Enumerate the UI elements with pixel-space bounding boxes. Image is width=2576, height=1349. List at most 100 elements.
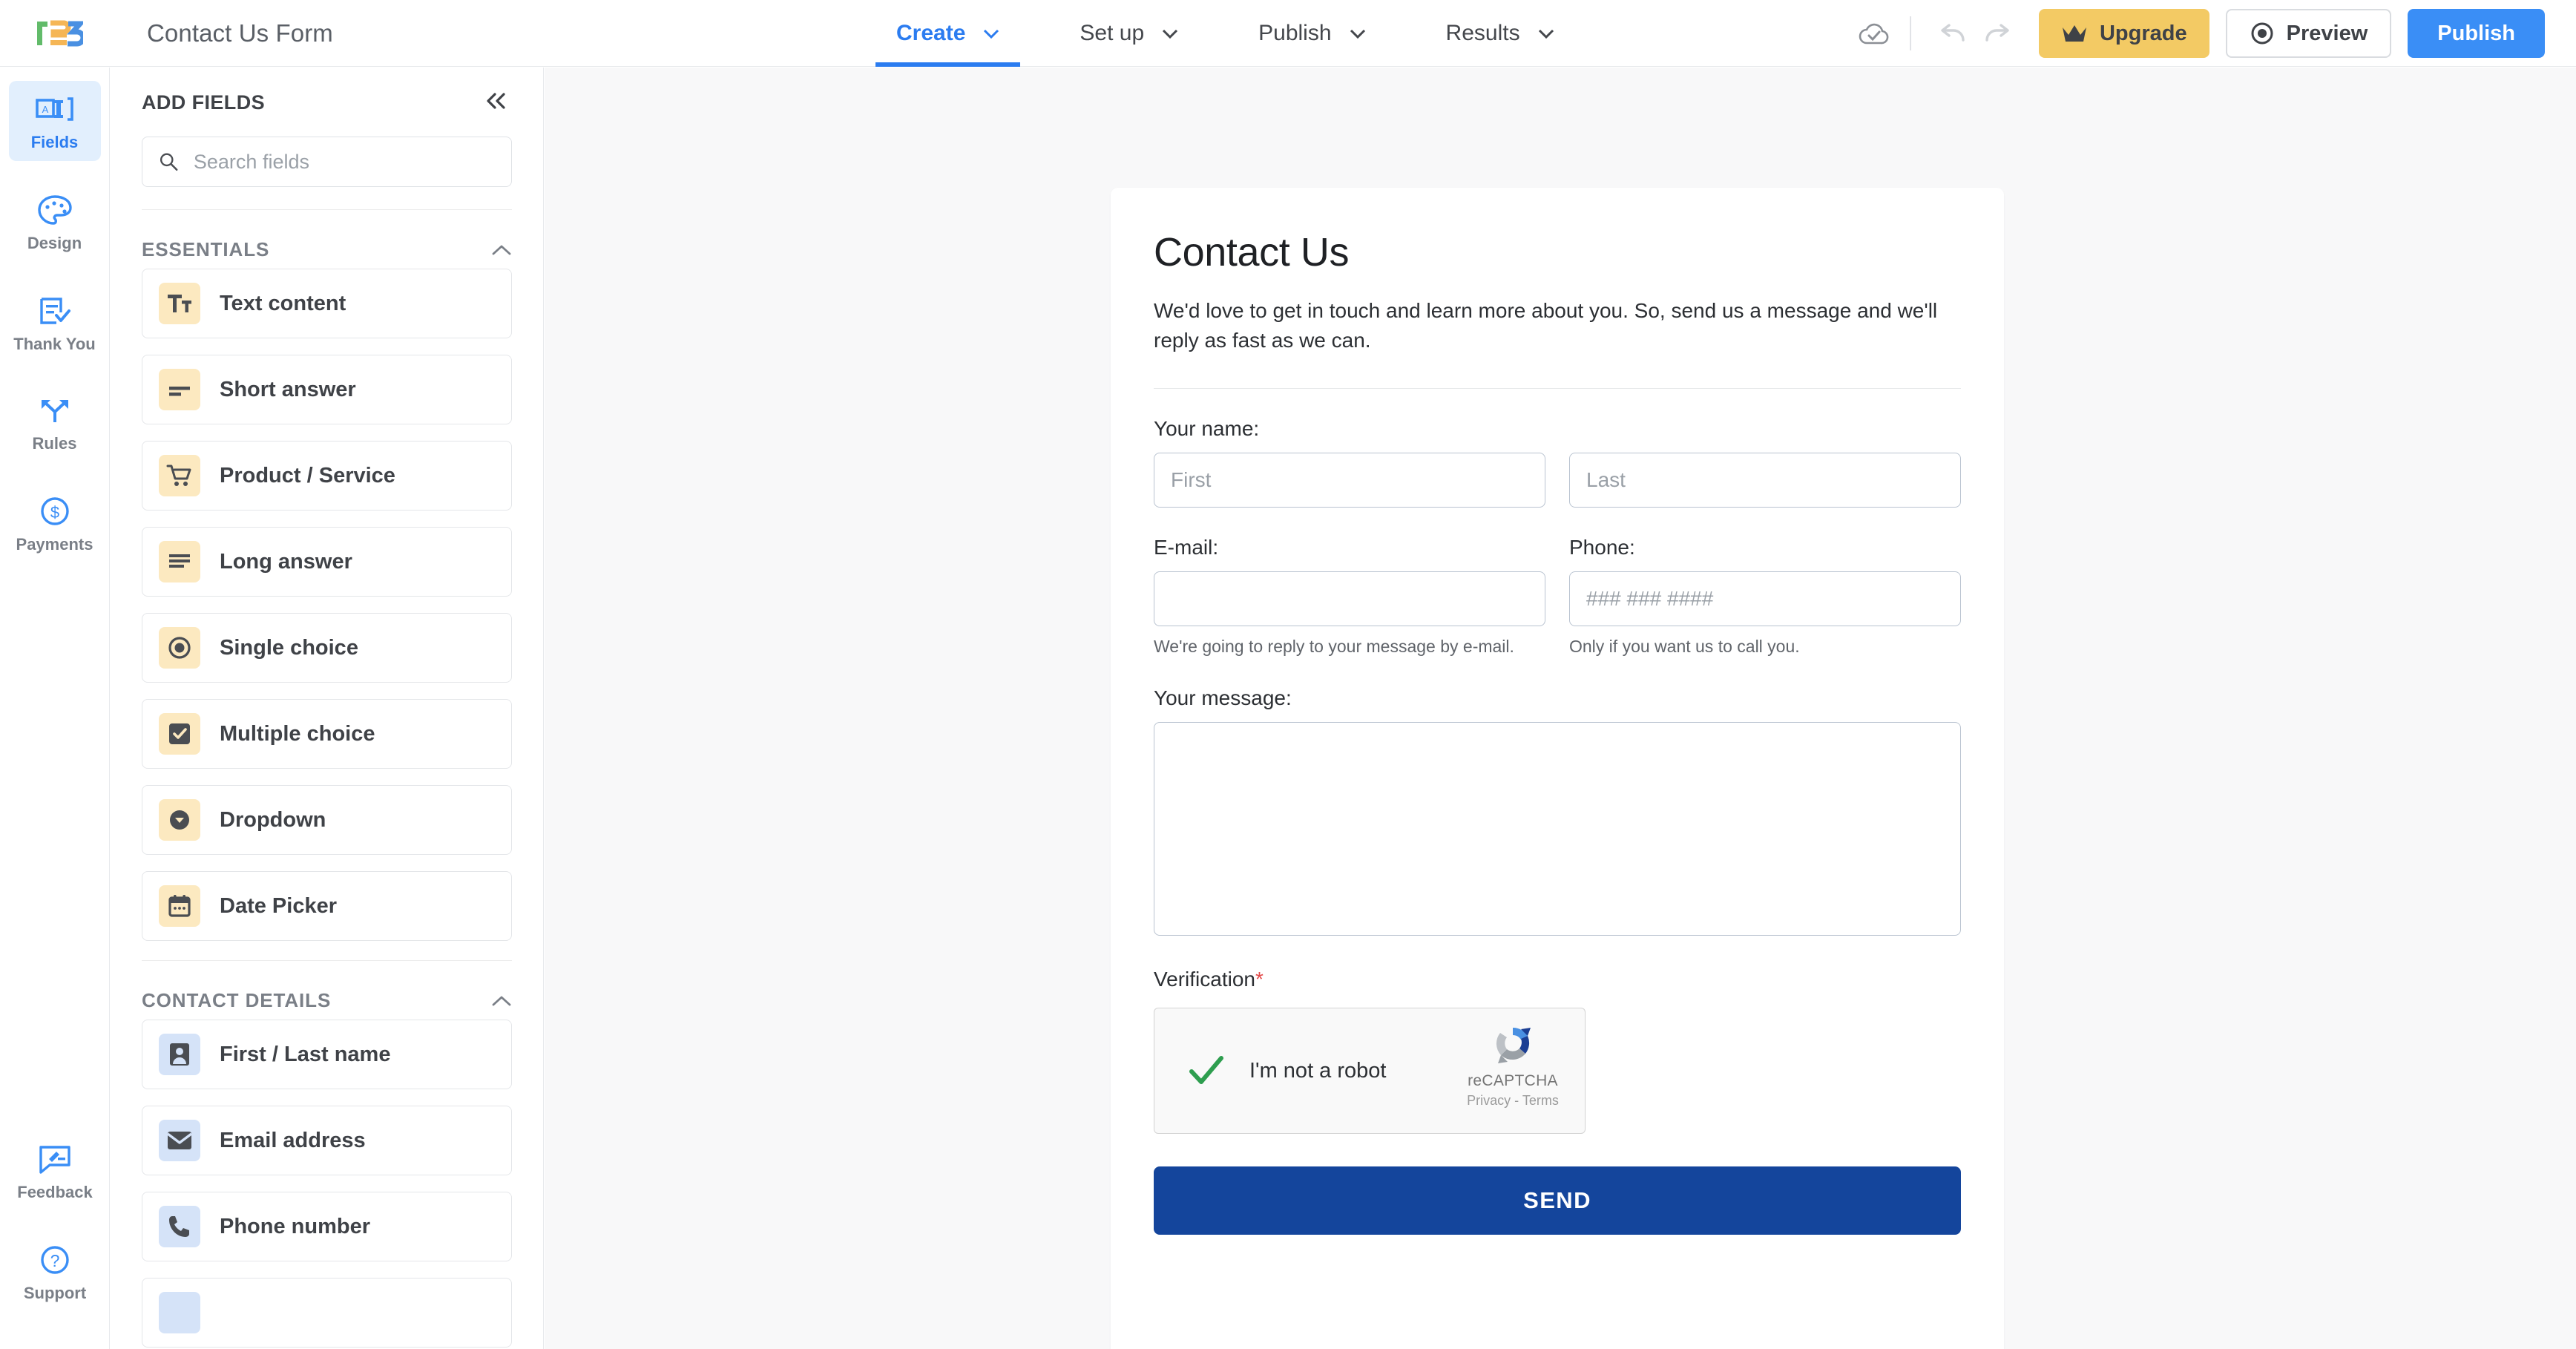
phone-label: Phone:	[1569, 535, 1635, 559]
top-bar: Contact Us Form Create Set up Publish Re…	[0, 0, 2576, 67]
field-group-name: Your name:	[1154, 417, 1961, 508]
nav-item-publish[interactable]: Publish	[1238, 0, 1386, 67]
rail-item-fields[interactable]: A Fields	[8, 81, 101, 161]
undo-icon[interactable]	[1931, 11, 1975, 56]
field-label: Product / Service	[220, 463, 395, 488]
redo-icon[interactable]	[1975, 11, 2020, 56]
envelope-icon	[159, 1120, 200, 1161]
partial-field-icon	[159, 1292, 200, 1333]
cloud-check-icon[interactable]	[1858, 20, 1890, 47]
palette-icon	[37, 195, 72, 225]
send-button[interactable]: SEND	[1154, 1166, 1961, 1235]
field-label: First / Last name	[220, 1042, 391, 1066]
field-label: Phone number	[220, 1214, 371, 1238]
chevron-down-icon	[984, 29, 999, 39]
publish-button[interactable]: Publish	[2408, 9, 2545, 58]
email-label: E-mail:	[1154, 535, 1219, 559]
form-preview-card: Contact Us We'd love to get in touch and…	[1111, 188, 2004, 1349]
rail-label: Support	[23, 1284, 87, 1302]
form-intro-text: We'd love to get in touch and learn more…	[1154, 299, 1938, 352]
upgrade-button[interactable]: Upgrade	[2038, 9, 2209, 58]
top-bar-actions: Upgrade Preview Publish	[1858, 0, 2545, 67]
chevron-double-left-icon[interactable]	[481, 88, 512, 117]
preview-button[interactable]: Preview	[2225, 9, 2392, 58]
phone-icon	[159, 1206, 200, 1247]
rail-item-feedback[interactable]: Feedback	[9, 1131, 101, 1211]
last-name-input[interactable]	[1569, 452, 1961, 508]
search-icon	[160, 153, 178, 171]
123-logo-icon	[37, 20, 83, 46]
field-card-long-answer[interactable]: Long answer	[142, 527, 512, 597]
field-group-email: E-mail: We're going to reply to your mes…	[1154, 536, 1545, 659]
fields-icon: A	[35, 97, 73, 121]
field-label: Date Picker	[220, 893, 337, 918]
first-name-input[interactable]	[1154, 452, 1545, 508]
form-divider	[1154, 387, 1961, 389]
nav-label: Results	[1445, 21, 1520, 45]
field-card-text-content[interactable]: Text content	[142, 269, 512, 338]
rail-item-support[interactable]: ? Support	[9, 1232, 101, 1312]
field-card-product-service[interactable]: Product / Service	[142, 441, 512, 511]
nav-item-results[interactable]: Results	[1425, 0, 1575, 67]
phone-input[interactable]	[1569, 571, 1961, 626]
field-label: Single choice	[220, 635, 358, 660]
field-group-verification: Verification* I'm not a robot reCAPTCHA …	[1154, 968, 1961, 1135]
upgrade-label: Upgrade	[2099, 21, 2187, 45]
section-header-contact-details[interactable]: CONTACT DETAILS	[142, 961, 512, 1020]
rail-label: Fields	[30, 133, 79, 151]
app-logo[interactable]: Contact Us Form	[36, 19, 333, 48]
recaptcha-checkbox-checked-icon[interactable]	[1187, 1054, 1226, 1088]
section-title: CONTACT DETAILS	[142, 989, 332, 1011]
crown-icon	[2062, 25, 2086, 42]
checkbox-icon	[159, 713, 200, 755]
field-card-short-answer[interactable]: Short answer	[142, 355, 512, 424]
form-heading: Contact Us	[1154, 230, 1350, 275]
field-card-email-address[interactable]: Email address	[142, 1106, 512, 1175]
search-input[interactable]	[193, 150, 495, 174]
rail-item-thank-you[interactable]: Thank You	[9, 283, 101, 363]
rail-label: Design	[27, 234, 82, 252]
field-card-dropdown[interactable]: Dropdown	[142, 785, 512, 855]
publish-label: Publish	[2437, 21, 2515, 45]
dropdown-icon	[159, 799, 200, 841]
field-card-single-choice[interactable]: Single choice	[142, 613, 512, 683]
recaptcha-widget[interactable]: I'm not a robot reCAPTCHA Privacy - Term…	[1154, 1008, 1586, 1135]
form-canvas: Contact Us We'd love to get in touch and…	[545, 68, 2576, 1349]
field-card-partial[interactable]	[142, 1278, 512, 1348]
field-group-phone: Phone: Only if you want us to call you.	[1569, 536, 1961, 659]
nav-item-create[interactable]: Create	[875, 0, 1021, 67]
rail-item-design[interactable]: Design	[9, 182, 101, 262]
email-input[interactable]	[1154, 571, 1545, 626]
main-nav: Create Set up Publish Results	[875, 0, 1575, 67]
recaptcha-label: I'm not a robot	[1249, 1058, 1387, 1083]
rail-label: Rules	[32, 434, 77, 453]
radio-icon	[159, 627, 200, 669]
field-group-email-phone: E-mail: We're going to reply to your mes…	[1154, 536, 1961, 659]
rail-item-payments[interactable]: $ Payments	[9, 483, 101, 563]
field-label: Email address	[220, 1128, 366, 1152]
svg-text:?: ?	[50, 1251, 60, 1270]
search-field[interactable]	[142, 137, 512, 187]
chevron-down-icon	[1163, 29, 1178, 39]
chevron-up-icon	[492, 245, 511, 255]
svg-text:A: A	[42, 104, 48, 115]
verification-label: Verification*	[1154, 968, 1961, 991]
recaptcha-legal-links[interactable]: Privacy - Terms	[1467, 1093, 1559, 1109]
chevron-up-icon	[492, 996, 511, 1005]
field-card-date-picker[interactable]: Date Picker	[142, 871, 512, 941]
rail-item-rules[interactable]: Rules	[9, 384, 101, 462]
nav-label: Set up	[1080, 21, 1145, 45]
field-card-first-last-name[interactable]: First / Last name	[142, 1020, 512, 1089]
message-label: Your message:	[1154, 686, 1292, 710]
field-card-multiple-choice[interactable]: Multiple choice	[142, 699, 512, 769]
field-label: Short answer	[220, 377, 356, 401]
message-textarea[interactable]	[1154, 722, 1961, 936]
rail-label: Payments	[16, 535, 93, 554]
field-group-message: Your message:	[1154, 686, 1961, 939]
nav-label: Create	[896, 21, 966, 45]
nav-item-setup[interactable]: Set up	[1059, 0, 1199, 67]
chevron-down-icon	[1538, 29, 1554, 39]
section-header-essentials[interactable]: ESSENTIALS	[142, 210, 512, 269]
nav-label: Publish	[1258, 21, 1332, 45]
field-card-phone-number[interactable]: Phone number	[142, 1192, 512, 1261]
